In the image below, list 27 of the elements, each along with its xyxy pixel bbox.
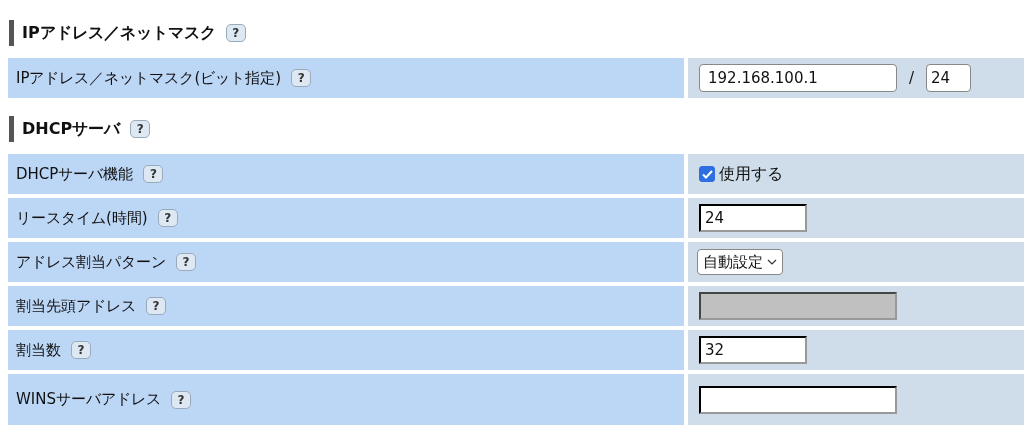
- input-field[interactable]: 24: [699, 204, 807, 232]
- setting-label: 割当数: [16, 340, 61, 360]
- help-button[interactable]: ?: [130, 120, 151, 138]
- section-title: IPアドレス／ネットマスク: [22, 22, 216, 44]
- caret-icon: [767, 259, 777, 265]
- help-button[interactable]: ?: [143, 165, 164, 183]
- setting-label: IPアドレス／ネットマスク(ビット指定): [16, 68, 282, 88]
- help-button[interactable]: ?: [157, 209, 178, 227]
- setting-label: リースタイム(時間): [16, 208, 148, 228]
- checkbox-label: 使用する: [719, 163, 783, 185]
- setting-label: DHCPサーバ機能: [16, 164, 134, 184]
- input-field[interactable]: [699, 385, 897, 414]
- section-title: DHCPサーバ: [22, 118, 121, 140]
- setting-label: 割当先頭アドレス: [16, 296, 136, 316]
- netmask-field[interactable]: 24: [926, 64, 972, 92]
- help-button[interactable]: ?: [71, 341, 91, 359]
- dropdown[interactable]: 自動設定: [697, 249, 783, 275]
- help-button[interactable]: ?: [176, 253, 196, 271]
- setting-label: アドレス割当パターン: [16, 252, 166, 272]
- slash-separator: /: [908, 69, 916, 87]
- ip-address-field[interactable]: 192.168.100.1: [699, 64, 897, 92]
- input-field[interactable]: 32: [699, 336, 807, 364]
- help-button[interactable]: ?: [225, 24, 246, 42]
- help-button[interactable]: ?: [291, 69, 312, 87]
- setting-label: WINSサーバアドレス: [16, 390, 161, 409]
- checkbox[interactable]: [699, 166, 715, 182]
- help-button[interactable]: ?: [171, 390, 191, 409]
